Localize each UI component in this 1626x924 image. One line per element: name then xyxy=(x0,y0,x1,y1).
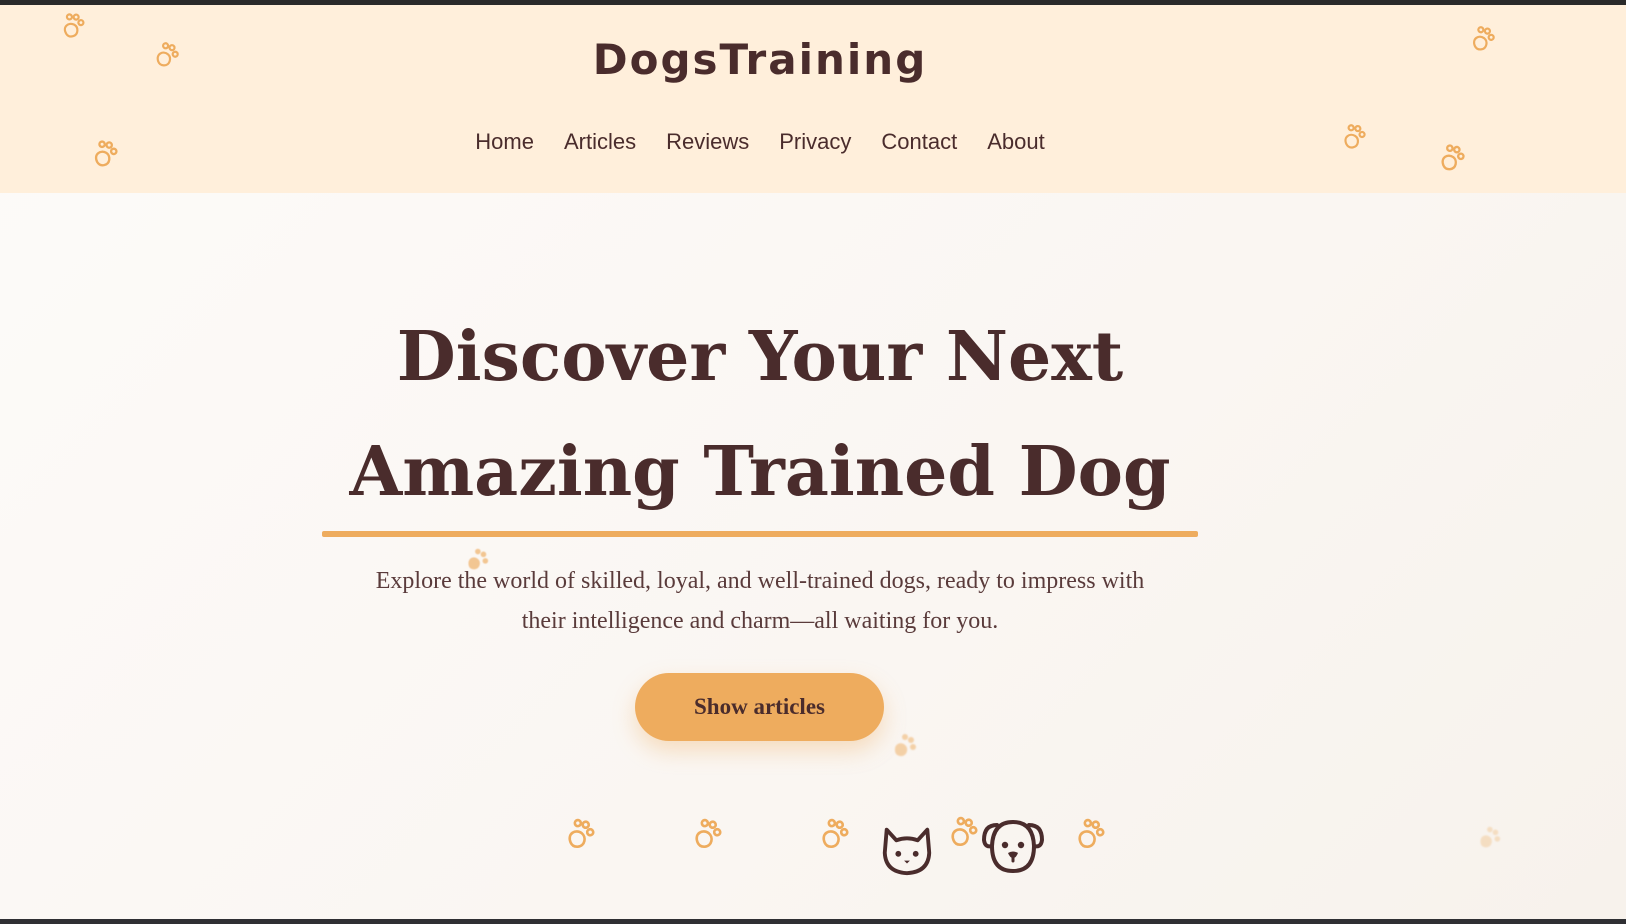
nav-reviews[interactable]: Reviews xyxy=(666,129,749,155)
show-articles-button[interactable]: Show articles xyxy=(635,673,884,741)
paw-print-icon xyxy=(939,809,983,853)
hero-title-line-2: Amazing Trained Dog xyxy=(349,432,1171,512)
page: DogsTraining Home Articles Reviews Priva… xyxy=(0,5,1626,919)
paw-print-icon xyxy=(556,811,600,855)
hero-title: Discover Your Next Amazing Trained Dog xyxy=(300,300,1220,530)
nav-contact[interactable]: Contact xyxy=(881,129,957,155)
nav-articles[interactable]: Articles xyxy=(564,129,636,155)
brand-logo[interactable]: DogsTraining xyxy=(0,35,1520,84)
paw-print-icon xyxy=(683,811,727,855)
cat-face-icon xyxy=(878,820,936,882)
site-header: DogsTraining Home Articles Reviews Priva… xyxy=(0,5,1626,193)
paw-print-icon xyxy=(888,730,918,760)
nav-about[interactable]: About xyxy=(987,129,1045,155)
window-bottom-edge xyxy=(0,919,1626,924)
paw-print-icon xyxy=(462,545,490,573)
paw-print-icon xyxy=(1474,823,1502,851)
nav-privacy[interactable]: Privacy xyxy=(779,129,851,155)
paw-print-icon xyxy=(148,37,183,72)
dog-face-icon xyxy=(980,813,1046,883)
main-nav: Home Articles Reviews Privacy Contact Ab… xyxy=(0,129,1520,155)
hero-subtitle: Explore the world of skilled, loyal, and… xyxy=(300,561,1220,641)
paw-print-icon xyxy=(1066,811,1110,855)
paw-print-icon xyxy=(810,811,854,855)
hero-subtitle-line-2: their intelligence and charm—all waiting… xyxy=(521,608,999,634)
hero-subtitle-line-1: Explore the world of skilled, loyal, and… xyxy=(375,568,1145,594)
title-underline xyxy=(322,531,1198,537)
nav-home[interactable]: Home xyxy=(475,129,534,155)
hero-title-line-1: Discover Your Next xyxy=(396,317,1124,397)
